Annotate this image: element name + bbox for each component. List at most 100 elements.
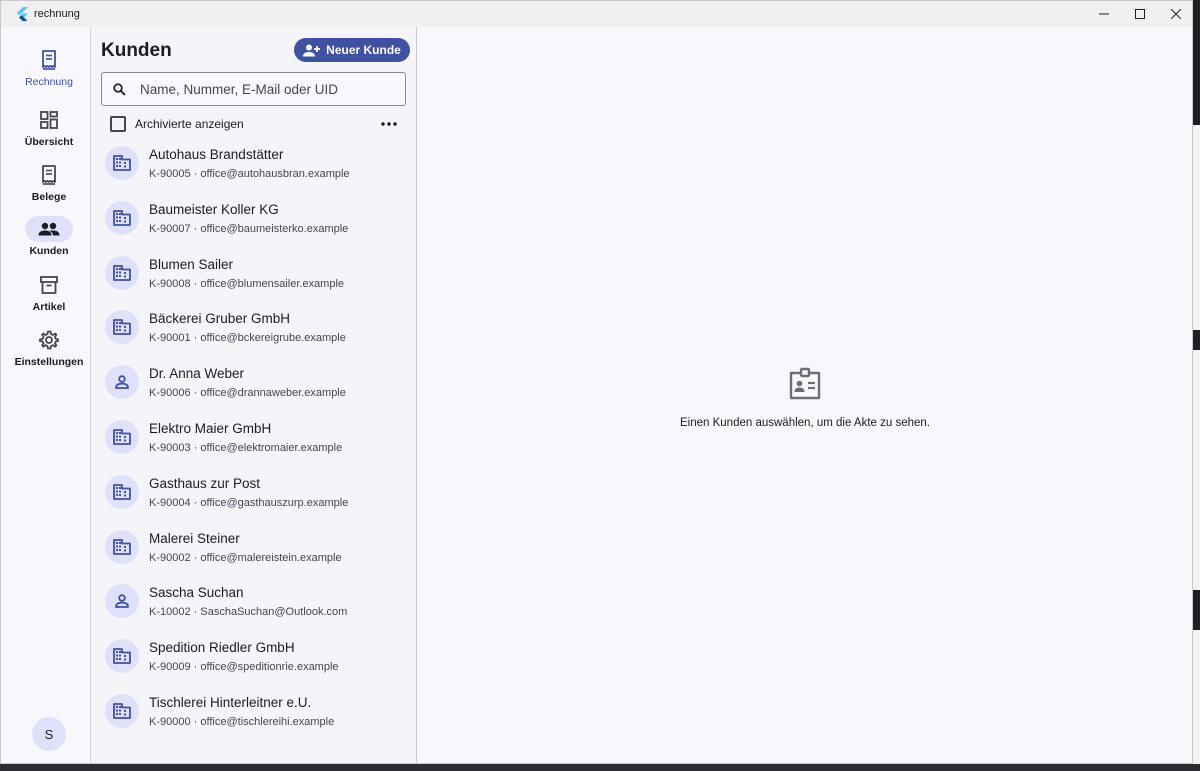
rail-icon-container xyxy=(25,162,73,188)
page-title: Kunden xyxy=(101,40,172,61)
customer-name: Blumen Sailer xyxy=(149,256,234,272)
customer-subtitle: K-90008 · office@blumensailer.example xyxy=(149,278,344,290)
customer-avatar xyxy=(105,255,139,290)
separator-dot: · xyxy=(190,332,201,345)
customer-email: office@malereistein.example xyxy=(200,551,342,564)
customer-avatar xyxy=(105,146,139,180)
customer-list-item[interactable]: Blumen Sailer K-90008 · office@blumensail… xyxy=(91,247,417,302)
rail-item-rechnung[interactable]: Rechnung xyxy=(8,47,90,88)
minimize-button[interactable] xyxy=(1086,1,1122,27)
rail-label: Einstellungen xyxy=(14,356,84,368)
dashboard-icon xyxy=(40,111,58,129)
customer-list-item[interactable]: Malerei Steiner K-90002 · office@malereis… xyxy=(91,521,417,576)
customer-number: K-90006 xyxy=(149,387,191,400)
maximize-button[interactable] xyxy=(1122,1,1158,27)
title-bar[interactable]: rechnung xyxy=(1,1,1192,27)
more-horizontal-icon xyxy=(381,122,397,126)
customer-number: K-90007 xyxy=(149,222,191,235)
rail-label: Übersicht xyxy=(24,136,74,148)
rail-icon-container xyxy=(25,107,73,133)
window-title: rechnung xyxy=(34,8,80,20)
customer-subtitle: K-90007 · office@baumeisterko.example xyxy=(149,223,348,235)
search-field[interactable] xyxy=(101,72,406,106)
customer-number: K-90008 xyxy=(149,277,191,290)
separator-dot: · xyxy=(190,441,201,454)
rail-icon-container xyxy=(25,327,73,353)
customer-number: K-90001 xyxy=(149,332,191,345)
customer-avatar xyxy=(105,529,139,564)
close-button[interactable] xyxy=(1158,1,1192,27)
customer-name: Baumeister Koller KG xyxy=(149,201,279,217)
customer-list-item[interactable]: Gasthaus zur Post K-90004 · office@gastha… xyxy=(91,466,417,521)
search-icon xyxy=(113,82,126,96)
customer-list-item[interactable]: Spedition Riedler GmbH K-90009 · office@s… xyxy=(91,630,417,685)
business-icon xyxy=(113,209,131,226)
customer-subtitle: K-90002 · office@malereistein.example xyxy=(149,552,342,564)
customer-name: Tischlerei Hinterleitner e.U. xyxy=(149,694,312,710)
customer-avatar xyxy=(105,584,139,619)
rail-item-einstellungen[interactable]: Einstellungen xyxy=(8,327,90,368)
flutter-logo-icon xyxy=(17,7,28,21)
contact-card-icon xyxy=(789,367,821,400)
customer-number: K-90003 xyxy=(149,441,191,454)
customer-email: office@tischlereihi.example xyxy=(200,715,335,728)
rail-item-artikel[interactable]: Artikel xyxy=(8,272,90,313)
receipt-icon xyxy=(42,50,56,70)
customer-name: Gasthaus zur Post xyxy=(149,475,261,491)
customer-list: Autohaus Brandstätter K-90005 · office@au… xyxy=(91,137,417,740)
customer-avatar xyxy=(105,474,139,509)
receipt-long-icon xyxy=(42,165,56,185)
customer-number: K-90005 xyxy=(149,168,191,180)
customer-email: SaschaSuchan@Outlook.com xyxy=(200,606,348,619)
customer-number: K-90004 xyxy=(149,496,191,509)
customer-subtitle: K-90001 · office@bckereigrube.example xyxy=(149,332,346,344)
business-icon xyxy=(113,538,131,555)
rail-icon-container xyxy=(25,272,73,298)
customer-name: Dr. Anna Weber xyxy=(149,366,245,382)
customer-avatar xyxy=(105,639,139,674)
search-input[interactable] xyxy=(140,81,380,97)
customer-list-item[interactable]: Tischlerei Hinterleitner e.U. K-90000 · o… xyxy=(91,685,417,740)
user-avatar[interactable]: S xyxy=(32,717,66,751)
archived-checkbox[interactable] xyxy=(110,116,126,132)
separator-dot: · xyxy=(190,387,201,400)
customer-email: office@gasthauszurp.example xyxy=(200,496,349,509)
rail-icon-container xyxy=(25,216,73,242)
more-options-button[interactable] xyxy=(380,115,398,133)
new-customer-button[interactable]: Neuer Kunde xyxy=(294,38,410,62)
person-icon xyxy=(115,375,129,390)
new-customer-label: Neuer Kunde xyxy=(326,43,401,57)
separator-dot: · xyxy=(190,496,201,509)
customer-list-item[interactable]: Sascha Suchan K-10002 · SaschaSuchan@Outl… xyxy=(91,575,417,630)
separator-dot: · xyxy=(190,222,201,235)
rail-label: Kunden xyxy=(29,245,69,257)
customer-subtitle: K-90004 · office@gasthauszurp.example xyxy=(149,497,348,509)
customer-list-item[interactable]: Elektro Maier GmbH K-90003 · office@elekt… xyxy=(91,411,417,466)
rail-label: Belege xyxy=(31,191,67,203)
customer-name: Sascha Suchan xyxy=(149,585,244,601)
rail-item-belege[interactable]: Belege xyxy=(8,162,90,203)
customer-list-item[interactable]: Dr. Anna Weber K-90006 · office@drannaweb… xyxy=(91,356,417,411)
customer-detail-panel: Einen Kunden auswählen, um die Akte zu s… xyxy=(417,27,1192,763)
rail-icon-container xyxy=(25,47,73,73)
business-icon xyxy=(113,648,131,665)
customer-list-item[interactable]: Bäckerei Gruber GmbH K-90001 · office@bck… xyxy=(91,301,417,356)
customer-email: office@baumeisterko.example xyxy=(200,222,349,235)
customer-list-item[interactable]: Baumeister Koller KG K-90007 · office@bau… xyxy=(91,192,417,247)
archived-toggle[interactable]: Archivierte anzeigen xyxy=(110,116,244,132)
separator-dot: · xyxy=(190,715,201,728)
customer-email: office@elektromaier.example xyxy=(200,441,343,454)
desktop-background-bottom xyxy=(0,764,1200,771)
gear-icon xyxy=(39,330,59,350)
separator-dot: · xyxy=(190,606,201,619)
business-icon xyxy=(113,703,131,719)
separator-dot: · xyxy=(190,661,201,674)
customer-list-panel: Kunden Neuer Kunde Archivierte anzeigen xyxy=(90,27,417,763)
separator-dot: · xyxy=(190,168,201,180)
archived-label: Archivierte anzeigen xyxy=(135,117,244,131)
rail-item-uebersicht[interactable]: Übersicht xyxy=(8,107,90,148)
customer-subtitle: K-90000 · office@tischlereihi.example xyxy=(149,716,334,728)
customer-email: office@speditionrie.example xyxy=(200,661,339,674)
customer-list-item[interactable]: Autohaus Brandstätter K-90005 · office@au… xyxy=(91,137,417,192)
rail-item-kunden[interactable]: Kunden xyxy=(8,216,90,257)
